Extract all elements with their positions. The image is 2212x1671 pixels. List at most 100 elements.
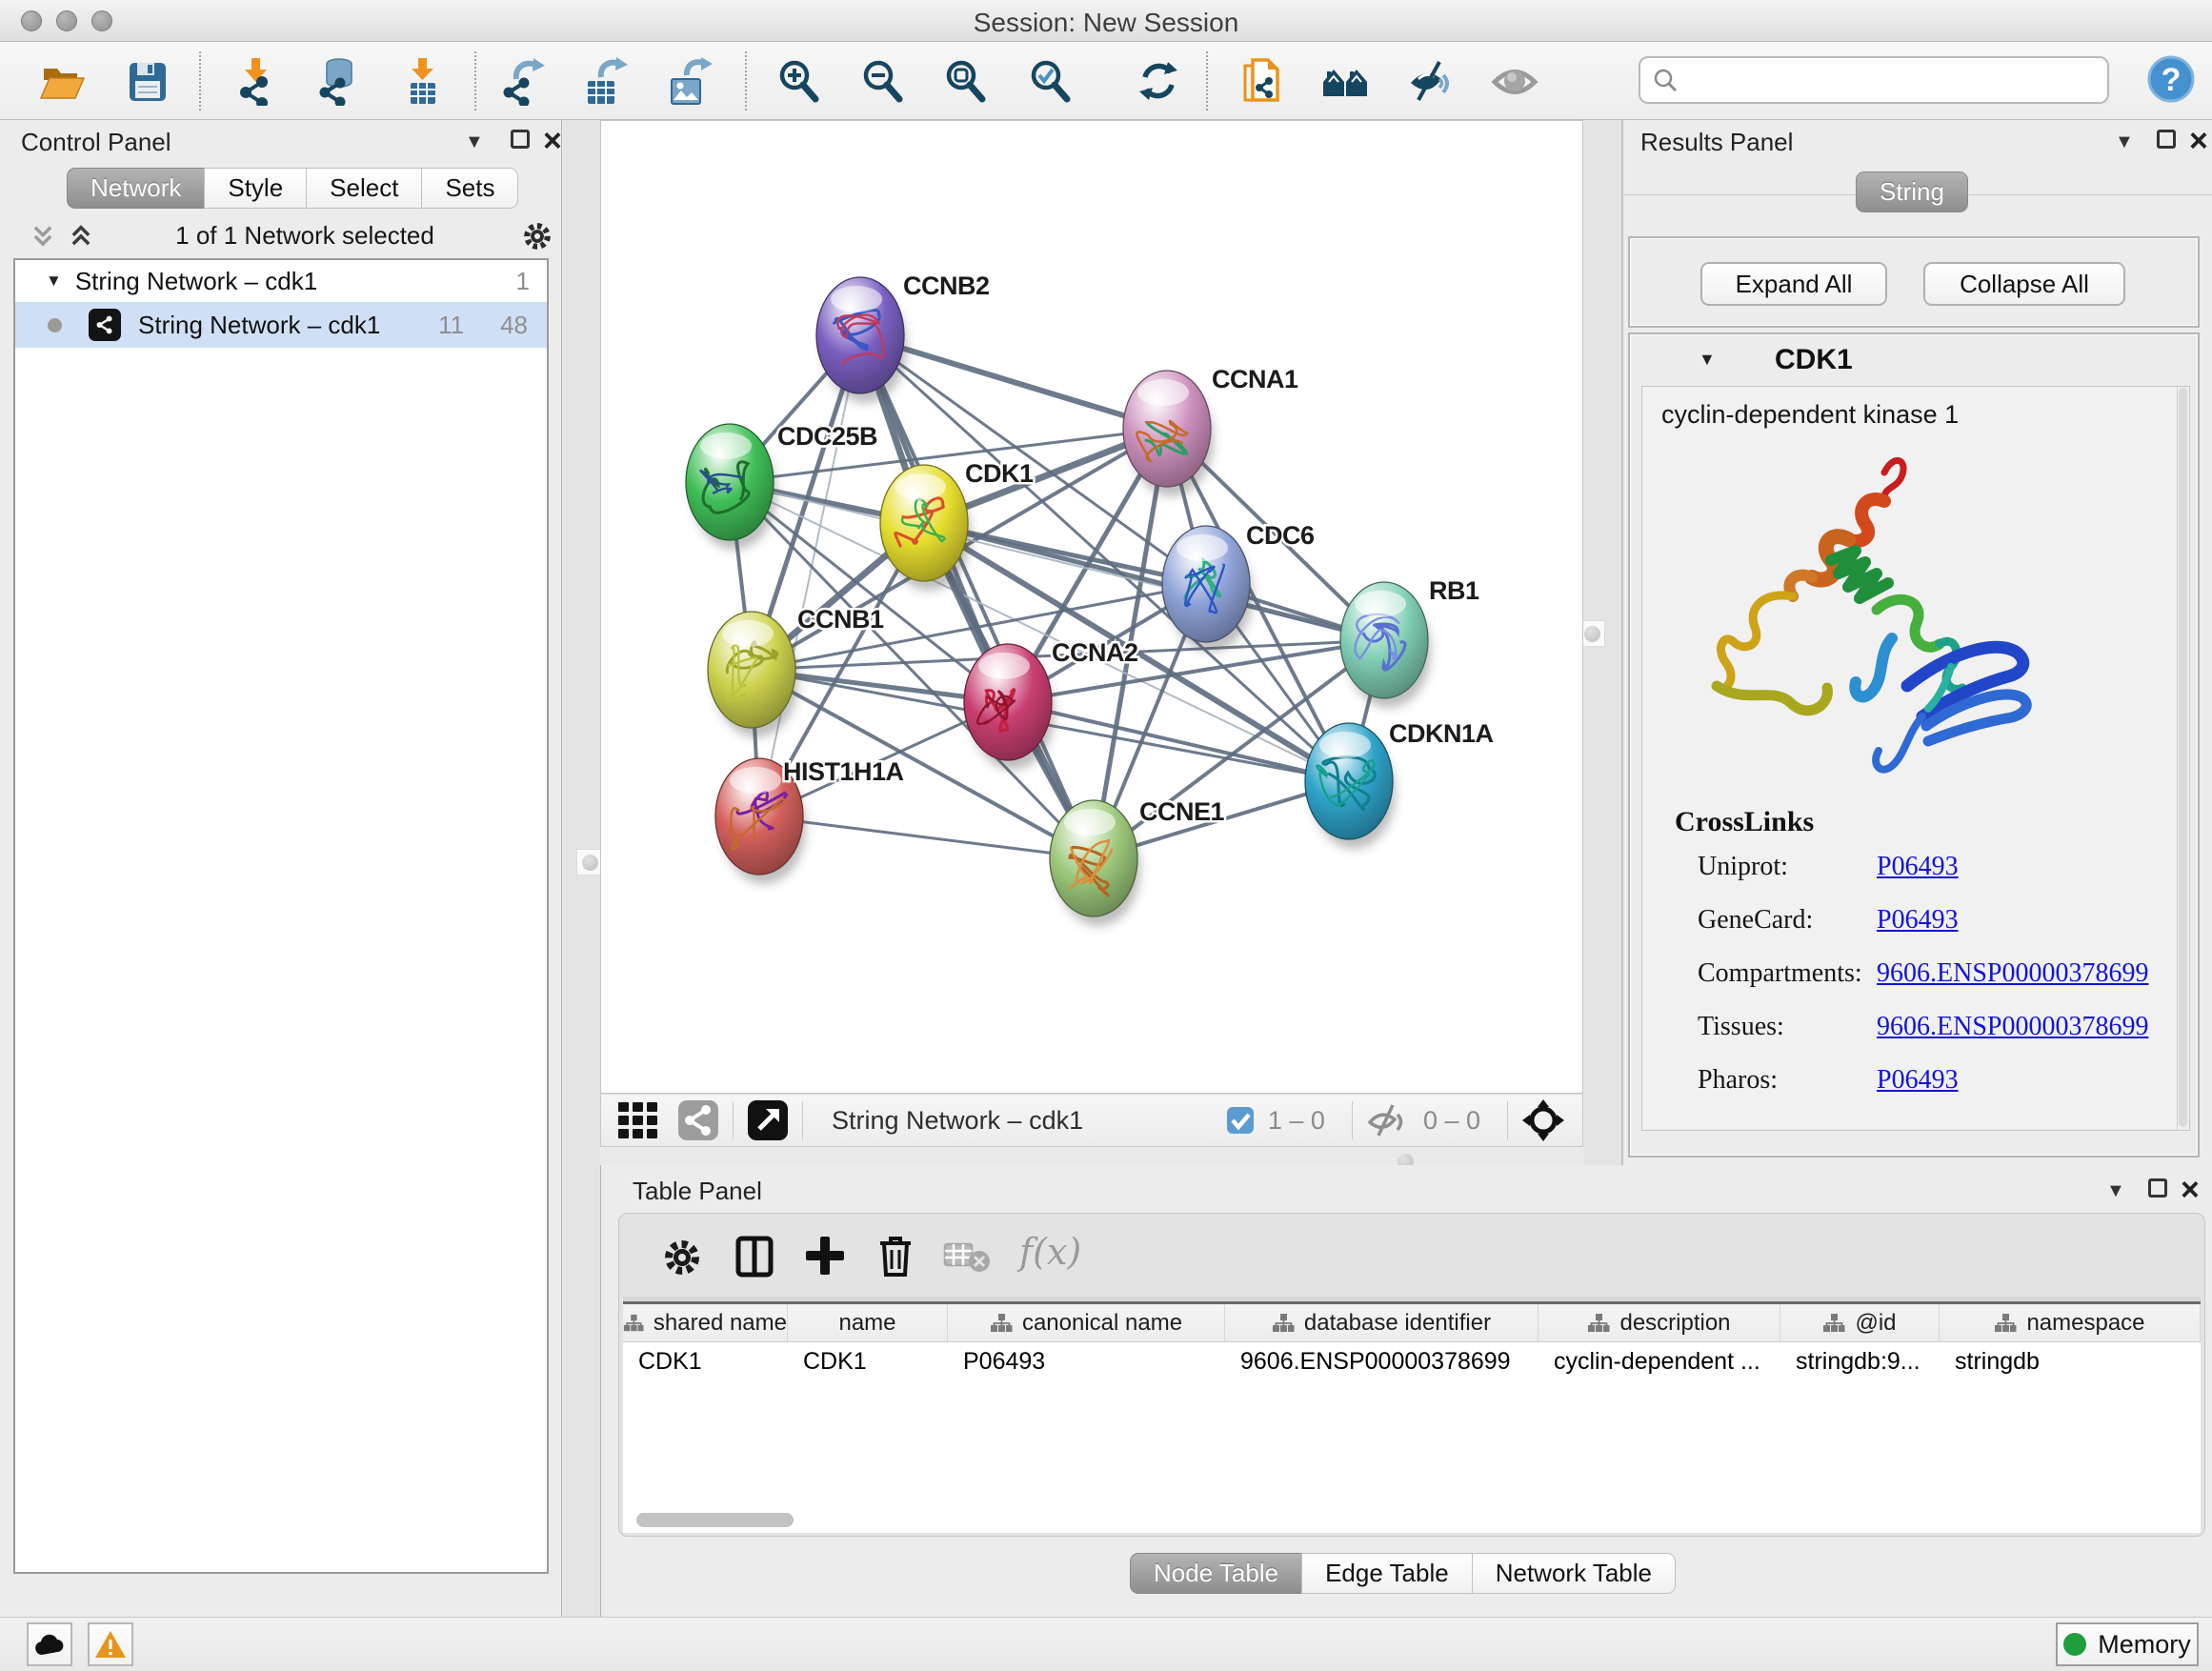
control-panel-collapse-icon[interactable]: ▼	[465, 131, 484, 153]
expand-all-chevron-icon[interactable]	[67, 223, 95, 250]
results-scrollbar[interactable]	[2177, 387, 2189, 1130]
control-panel-close-icon[interactable]: ×	[543, 131, 562, 151]
selected-checkbox-icon[interactable]	[1226, 1106, 1255, 1135]
warnings-button[interactable]	[88, 1622, 133, 1666]
window-title: Session: New Session	[0, 8, 2212, 38]
cloud-button[interactable]	[27, 1622, 72, 1666]
zoom-in-icon[interactable]	[774, 56, 823, 106]
table-row[interactable]: CDK1CDK1P064939606.ENSP00000378699cyclin…	[623, 1342, 2201, 1382]
export-image-icon[interactable]	[664, 56, 714, 106]
column-header-database-identifier[interactable]: database identifier	[1225, 1304, 1538, 1341]
crosslink-value-link[interactable]: P06493	[1877, 905, 1959, 936]
help-icon[interactable]: ?	[2146, 54, 2196, 104]
network-collection-row[interactable]: ▼ String Network – cdk1 1	[15, 260, 547, 302]
node-CCNE1[interactable]: CCNE1	[1050, 797, 1225, 926]
publication-share-icon[interactable]	[1237, 56, 1287, 106]
column-header-name[interactable]: name	[788, 1304, 948, 1341]
node-CDC25B[interactable]: CDC25B	[686, 422, 877, 550]
column-header-namespace[interactable]: namespace	[1940, 1304, 2201, 1341]
table-gear-icon[interactable]	[657, 1231, 707, 1280]
zoom-selected-icon[interactable]	[1025, 56, 1075, 106]
crosslink-value-link[interactable]: 9606.ENSP00000378699	[1877, 958, 2148, 989]
column-header-canonical-name[interactable]: canonical name	[948, 1304, 1225, 1341]
import-table-file-icon[interactable]	[398, 56, 448, 106]
tab-edge-table[interactable]: Edge Table	[1301, 1553, 1472, 1594]
zoom-fit-icon[interactable]	[940, 56, 990, 106]
node-RB1[interactable]: RB1	[1340, 576, 1479, 708]
table-panel-collapse-icon[interactable]: ▼	[2106, 1180, 2125, 1202]
network-options-gear-icon[interactable]	[518, 217, 556, 255]
crosslink-value-link[interactable]: 9606.ENSP00000378699	[1877, 1012, 2148, 1042]
edge-CCNB2-HIST1H1A[interactable]	[759, 335, 860, 816]
network-canvas[interactable]: CCNB2CCNA1CDC25BCDK1CDC6RB1CCNB1CCNA2CDK…	[600, 120, 1583, 1094]
memory-button[interactable]: Memory	[2056, 1622, 2199, 1666]
node-CCNA1[interactable]: CCNA1	[1123, 365, 1298, 496]
tab-network-table[interactable]: Network Table	[1472, 1553, 1676, 1594]
node-label-CCNB2: CCNB2	[903, 272, 990, 300]
collection-expand-icon[interactable]: ▼	[46, 272, 62, 291]
fit-content-crosshair-icon[interactable]	[1521, 1098, 1565, 1142]
edge-CCNA2-CDKN1A[interactable]	[1008, 702, 1349, 781]
results-panel-collapse-icon[interactable]: ▼	[2115, 131, 2134, 153]
network-graph[interactable]: CCNB2CCNA1CDC25BCDK1CDC6RB1CCNB1CCNA2CDK…	[601, 121, 1582, 1093]
node-label-CCNB1: CCNB1	[797, 605, 884, 634]
network-view-title: String Network – cdk1	[832, 1106, 1083, 1136]
delete-column-icon[interactable]	[871, 1231, 920, 1280]
collapse-all-chevron-icon[interactable]	[29, 223, 57, 250]
add-column-icon[interactable]	[800, 1231, 850, 1280]
tab-node-table[interactable]: Node Table	[1130, 1553, 1301, 1594]
export-network-icon[interactable]	[497, 56, 547, 106]
table-panel-close-icon[interactable]: ×	[2181, 1180, 2200, 1199]
import-network-database-icon[interactable]	[312, 56, 362, 106]
table-panel-float-icon[interactable]	[2148, 1178, 2167, 1198]
show-columns-icon[interactable]	[730, 1231, 779, 1280]
show-panel-eye-icon[interactable]	[1490, 56, 1539, 106]
export-table-icon[interactable]	[580, 56, 630, 106]
column-network-icon	[1994, 1313, 2017, 1334]
crosslink-value-link[interactable]: P06493	[1877, 852, 1959, 882]
node-table[interactable]: shared namenamecanonical namedatabase id…	[623, 1301, 2201, 1533]
table-hscrollbar-thumb[interactable]	[636, 1513, 794, 1527]
tab-style[interactable]: Style	[204, 168, 306, 209]
expand-all-button[interactable]: Expand All	[1700, 262, 1887, 306]
save-session-icon[interactable]	[123, 56, 172, 106]
tab-string[interactable]: String	[1856, 171, 1968, 212]
node-CDKN1A[interactable]: CDKN1A	[1305, 719, 1494, 849]
control-panel-float-icon[interactable]	[511, 130, 530, 149]
column-header-shared-name[interactable]: shared name	[623, 1304, 788, 1341]
netbar-separator	[1507, 1101, 1508, 1139]
crosslink-value-link[interactable]: P06493	[1877, 1065, 1959, 1096]
tab-network[interactable]: Network	[67, 168, 204, 209]
refresh-icon[interactable]	[1134, 56, 1183, 106]
node-CDK1[interactable]: CDK1	[880, 459, 1034, 591]
results-panel-float-icon[interactable]	[2157, 130, 2176, 149]
column-header-description[interactable]: description	[1538, 1304, 1780, 1341]
column-header-@id[interactable]: @id	[1780, 1304, 1940, 1341]
gene-collapse-icon[interactable]: ▼	[1699, 350, 1716, 370]
node-HIST1H1A[interactable]: HIST1H1A	[715, 757, 904, 884]
hide-panel-eye-icon[interactable]	[1405, 56, 1455, 106]
tab-select[interactable]: Select	[306, 168, 421, 209]
network-share-view-icon[interactable]	[677, 1099, 719, 1141]
node-CCNB1[interactable]: CCNB1	[708, 605, 884, 737]
node-label-CDK1: CDK1	[965, 459, 1034, 488]
left-splitter-handle[interactable]	[576, 849, 603, 876]
zoom-out-icon[interactable]	[857, 56, 907, 106]
detach-view-icon[interactable]	[747, 1099, 789, 1141]
main-toolbar: ?	[0, 42, 2212, 120]
import-network-file-icon[interactable]	[232, 56, 282, 106]
edge-HIST1H1A-CCNE1[interactable]	[759, 816, 1094, 858]
control-panel-tabs: NetworkStyleSelectSets	[67, 168, 518, 209]
node-CCNB2[interactable]: CCNB2	[816, 272, 990, 403]
grid-view-icon[interactable]	[616, 1098, 660, 1142]
netbar-separator	[802, 1101, 803, 1139]
search-input[interactable]	[1679, 66, 2088, 95]
home-genemania-icon[interactable]	[1320, 56, 1370, 106]
tab-sets[interactable]: Sets	[421, 168, 518, 209]
results-panel-close-icon[interactable]: ×	[2189, 131, 2208, 151]
open-session-icon[interactable]	[37, 56, 87, 106]
collapse-all-button[interactable]: Collapse All	[1923, 262, 2125, 306]
node-CDC6[interactable]: CDC6	[1162, 521, 1315, 652]
network-row-selected[interactable]: String Network – cdk1 11 48	[15, 302, 547, 348]
edge-CDK1-RB1[interactable]	[924, 523, 1384, 640]
